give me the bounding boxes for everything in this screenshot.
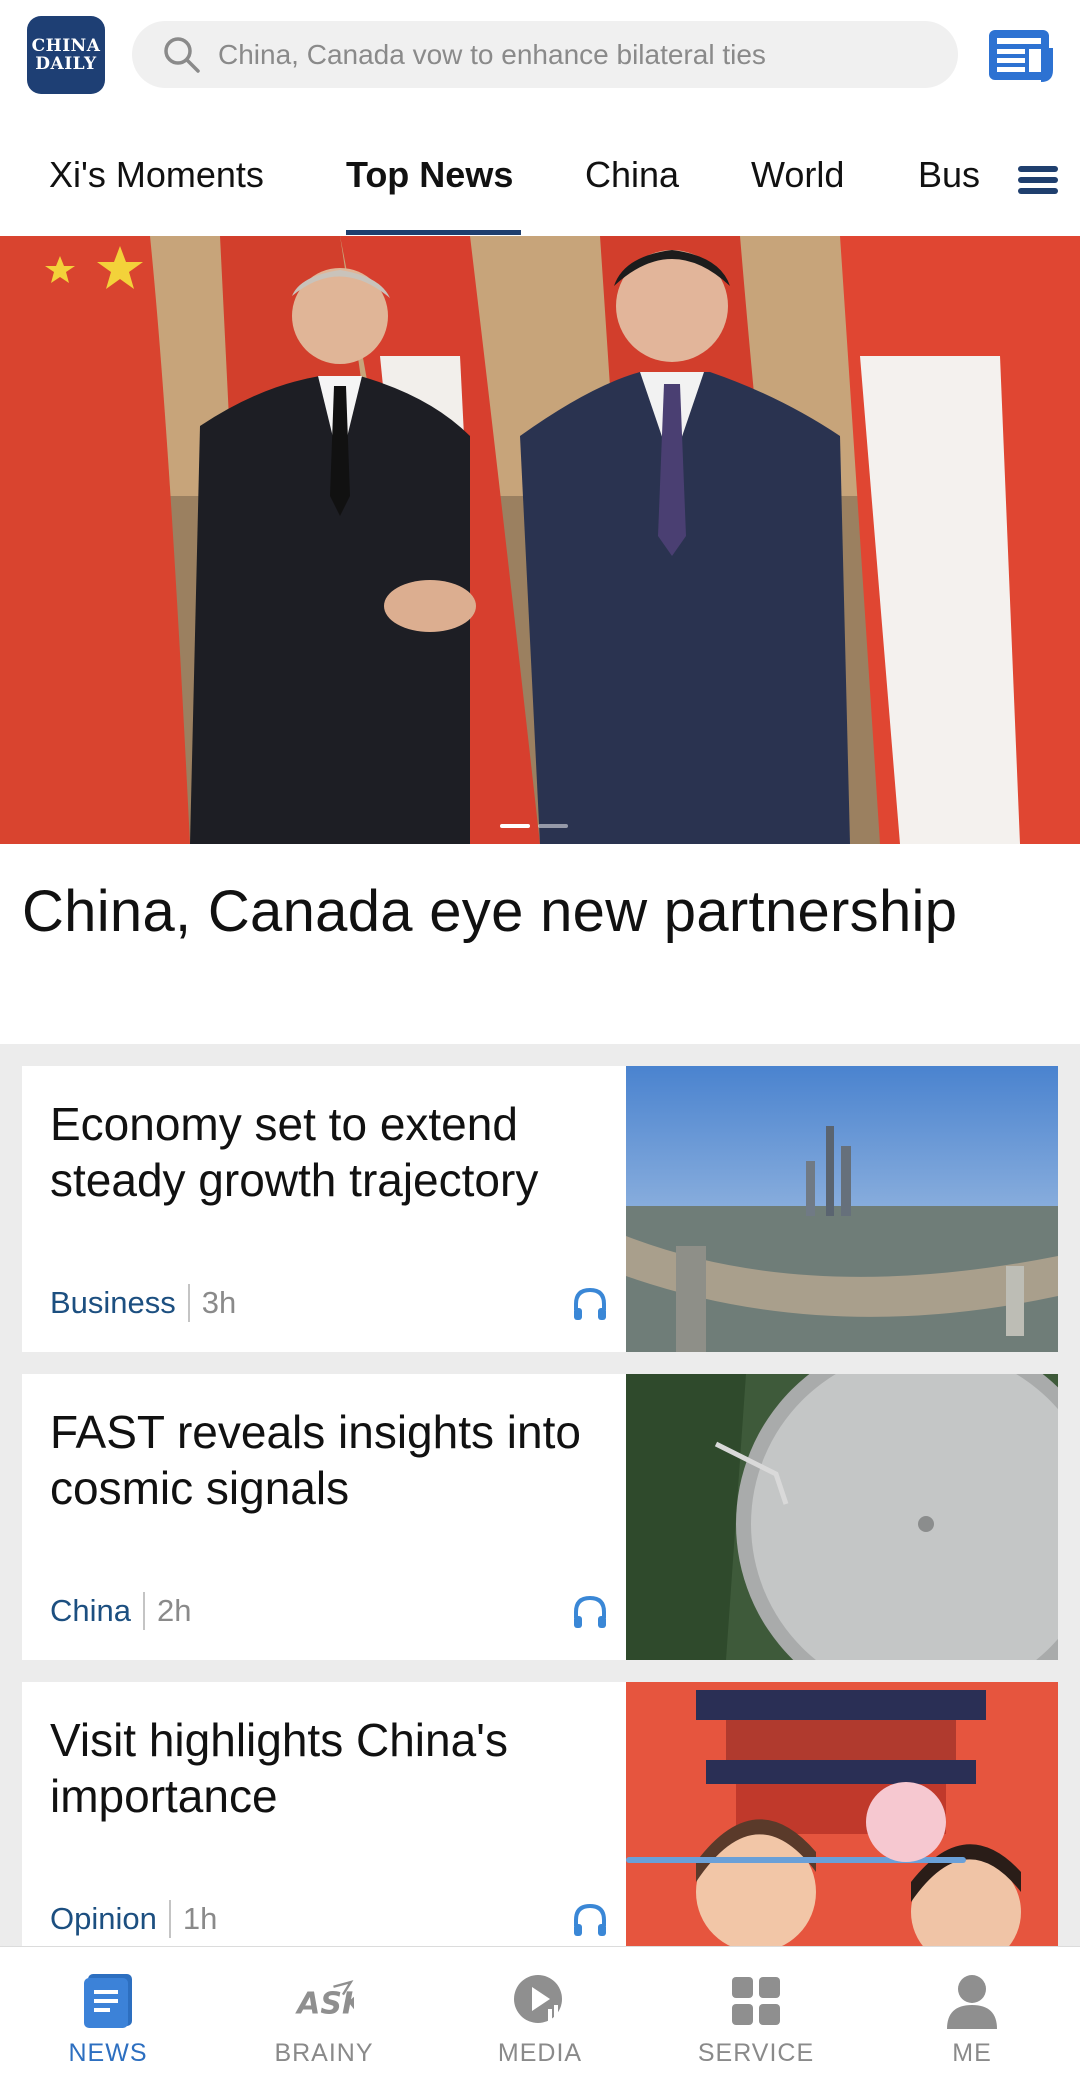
article-meta: Opinion 1h [50,1900,217,1938]
article-age: 3h [201,1285,237,1320]
hero-photo [0,236,1080,844]
search-icon [164,36,200,73]
article-category[interactable]: Business [50,1285,176,1321]
person-icon [947,1975,997,2029]
article-card[interactable]: FAST reveals insights into cosmic signal… [22,1374,1058,1660]
search-bar[interactable] [132,21,958,88]
active-tab-indicator [346,230,521,235]
logo-line-2: DAILY [35,54,97,74]
play-icon [514,1975,564,2023]
article-title[interactable]: FAST reveals insights into cosmic signal… [50,1404,610,1516]
article-thumbnail[interactable] [626,1374,1058,1660]
carousel-dot [500,824,530,828]
article-meta: Business 3h [50,1284,236,1322]
category-tabs: Xi's Moments Top News China World Bus [0,110,1080,236]
news-icon [84,1974,132,2028]
article-thumbnail[interactable] [626,1066,1058,1352]
channel-menu-button[interactable] [980,150,1080,210]
tab-world[interactable]: World [751,154,844,196]
article-title[interactable]: Economy set to extend steady growth traj… [50,1096,610,1208]
carousel-dot [538,824,568,828]
nav-label: SERVICE [697,2039,815,2067]
tab-xis-moments[interactable]: Xi's Moments [49,154,264,196]
newspaper-icon [989,30,1053,82]
tab-top-news[interactable]: Top News [346,154,513,196]
nav-service[interactable]: SERVICE [648,1947,864,2086]
nav-label: NEWS [68,2039,148,2067]
china-daily-logo[interactable]: CHINA DAILY [27,16,105,94]
article-age: 1h [182,1901,218,1936]
grid-icon [732,1977,780,2025]
article-card[interactable]: Economy set to extend steady growth traj… [22,1066,1058,1352]
article-card[interactable]: Visit highlights China's importance Opin… [22,1682,1058,1968]
article-age: 2h [157,1593,192,1628]
nav-label: ME [952,2039,992,2067]
nav-me[interactable]: ME [864,1947,1080,2086]
nav-label: MEDIA [497,2039,583,2067]
nav-media[interactable]: MEDIA [432,1947,648,2086]
meta-divider [187,1284,190,1322]
nav-brainy[interactable]: ASK BRAINY [216,1947,432,2086]
newspaper-button[interactable] [985,28,1053,84]
bottom-navigation: NEWS ASK BRAINY MEDIA [0,1946,1080,2086]
nav-label: BRAINY [274,2039,374,2067]
tab-business[interactable]: Bus [918,154,980,196]
tab-china[interactable]: China [585,154,679,196]
hero-image[interactable] [0,236,1080,844]
nav-news[interactable]: NEWS [0,1947,216,2086]
meta-divider [143,1592,145,1630]
hero-headline-box[interactable]: China, Canada eye new partnership [0,844,1080,1044]
ask-icon: ASK [295,1980,354,2022]
logo-line-1: CHINA [31,36,101,56]
carousel-indicator [500,824,568,828]
article-thumbnail[interactable] [626,1682,1058,1968]
headphones-icon[interactable] [570,1592,610,1632]
app-header: CHINA DAILY [0,0,1080,110]
search-input[interactable] [218,38,918,71]
article-category[interactable]: China [50,1593,131,1629]
headphones-icon[interactable] [570,1900,610,1940]
article-category[interactable]: Opinion [50,1901,157,1937]
article-title[interactable]: Visit highlights China's importance [50,1712,610,1824]
menu-icon [1018,166,1058,194]
article-meta: China 2h [50,1592,191,1630]
headphones-icon[interactable] [570,1284,610,1324]
hero-headline[interactable]: China, Canada eye new partnership [22,878,957,945]
meta-divider [168,1900,171,1938]
